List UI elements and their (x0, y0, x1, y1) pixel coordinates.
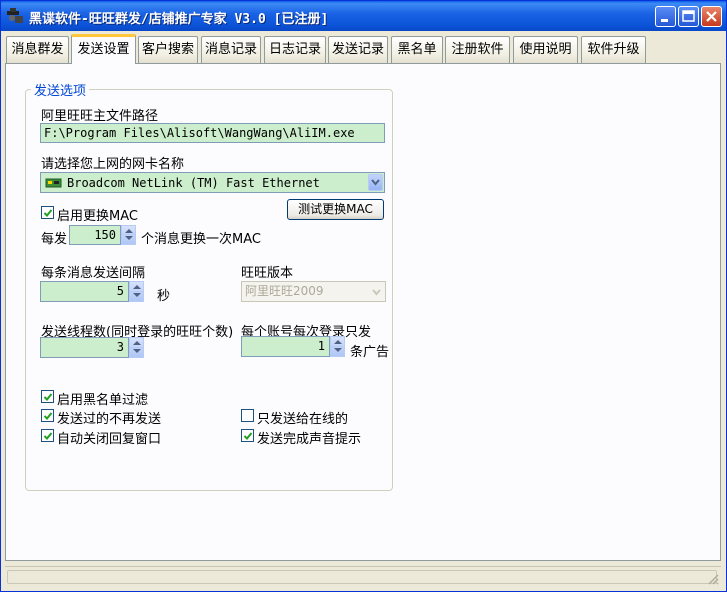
chevron-down-icon (372, 289, 381, 296)
nic-dropdown-button[interactable] (368, 174, 383, 191)
interval-input[interactable]: 5 (40, 281, 129, 302)
every-prefix-label: 每发 (41, 232, 68, 247)
aliwangwang-path-input[interactable]: F:\Program Files\Alisoft\WangWang\AliIM.… (40, 123, 385, 143)
online-only-checkbox[interactable] (241, 409, 254, 422)
check-icon (43, 412, 53, 420)
mac-change-count-input[interactable]: 150 (69, 225, 121, 245)
resize-grip-icon[interactable] (707, 573, 719, 585)
sound-notify-label: 发送完成声音提示 (257, 432, 362, 447)
blacklist-filter-checkbox[interactable] (41, 390, 54, 403)
chevron-up-icon (125, 229, 133, 233)
auto-close-reply-checkbox[interactable] (41, 429, 54, 442)
nic-value: Broadcom NetLink (TM) Fast Ethernet (67, 176, 320, 190)
nic-select[interactable]: Broadcom NetLink (TM) Fast Ethernet (40, 172, 385, 193)
check-icon (43, 393, 53, 401)
status-bar (5, 566, 721, 587)
chevron-down-icon (133, 348, 141, 353)
check-icon (43, 209, 53, 217)
tab-instructions[interactable]: 使用说明 (513, 36, 578, 63)
tab-register[interactable]: 注册软件 (445, 36, 510, 63)
status-pane (7, 570, 717, 584)
every-suffix-label: 个消息更换一次MAC (141, 232, 261, 247)
network-card-icon (45, 178, 62, 188)
per-account-input[interactable]: 1 (241, 336, 330, 357)
blacklist-filter-label: 启用黑名单过滤 (57, 393, 149, 408)
chevron-up-icon (334, 340, 342, 344)
version-value: 阿里旺旺2009 (245, 284, 324, 298)
spy-icon (7, 8, 23, 23)
maximize-icon (682, 10, 695, 22)
interval-label: 每条消息发送间隔 (41, 266, 146, 281)
tab-strip: 消息群发 发送设置 客户搜索 消息记录 日志记录 发送记录 黑名单 注册软件 使… (5, 34, 724, 64)
auto-close-reply-label: 自动关闭回复窗口 (57, 432, 162, 447)
online-only-label: 只发送给在线的 (257, 412, 349, 427)
interval-unit-label: 秒 (157, 289, 171, 304)
version-select[interactable]: 阿里旺旺2009 (241, 281, 386, 302)
tab-upgrade[interactable]: 软件升级 (581, 36, 646, 63)
per-account-unit-label: 条广告 (350, 345, 390, 360)
enable-mac-label: 启用更换MAC (57, 209, 138, 224)
sound-notify-checkbox[interactable] (241, 429, 254, 442)
tab-send-settings[interactable]: 发送设置 (71, 34, 136, 64)
check-icon (43, 432, 53, 440)
chevron-down-icon (133, 292, 141, 297)
aliwangwang-path-label: 阿里旺旺主文件路径 (41, 109, 159, 124)
check-icon (243, 432, 253, 440)
tab-blacklist[interactable]: 黑名单 (391, 36, 443, 63)
threads-spinner[interactable] (129, 337, 144, 358)
tab-send-log[interactable]: 发送记录 (328, 36, 388, 63)
nic-label: 请选择您上网的网卡名称 (41, 157, 185, 172)
send-options-title: 发送选项 (31, 80, 90, 99)
main-window: 黑谍软件-旺旺群发/店铺推广专家 V3.0 [已注册] 消息群发 发送设置 客户… (0, 0, 727, 592)
skip-sent-checkbox[interactable] (41, 409, 54, 422)
chevron-up-icon (133, 341, 141, 345)
test-mac-button[interactable]: 测试更换MAC (287, 199, 384, 220)
enable-mac-checkbox[interactable] (41, 206, 54, 219)
window-title: 黑谍软件-旺旺群发/店铺推广专家 V3.0 [已注册] (29, 12, 329, 27)
chevron-up-icon (133, 285, 141, 289)
close-button[interactable] (701, 6, 722, 27)
close-icon (706, 11, 717, 22)
tab-message-broadcast[interactable]: 消息群发 (6, 36, 69, 63)
minimize-icon (661, 19, 668, 22)
chevron-down-icon (125, 236, 133, 240)
threads-input[interactable]: 3 (40, 337, 129, 358)
tab-customer-search[interactable]: 客户搜索 (138, 36, 198, 63)
minimize-button[interactable] (655, 6, 676, 27)
tab-message-log[interactable]: 消息记录 (201, 36, 261, 63)
version-label: 旺旺版本 (241, 266, 294, 281)
per-account-spinner[interactable] (330, 336, 345, 357)
interval-spinner[interactable] (129, 281, 144, 302)
chevron-down-icon (371, 179, 380, 186)
title-bar[interactable]: 黑谍软件-旺旺群发/店铺推广专家 V3.0 [已注册] (1, 1, 726, 31)
skip-sent-label: 发送过的不再发送 (57, 412, 162, 427)
chevron-down-icon (334, 347, 342, 352)
mac-change-count-spinner[interactable] (121, 225, 136, 245)
maximize-button[interactable] (678, 6, 699, 27)
tab-activity-log[interactable]: 日志记录 (264, 36, 326, 63)
